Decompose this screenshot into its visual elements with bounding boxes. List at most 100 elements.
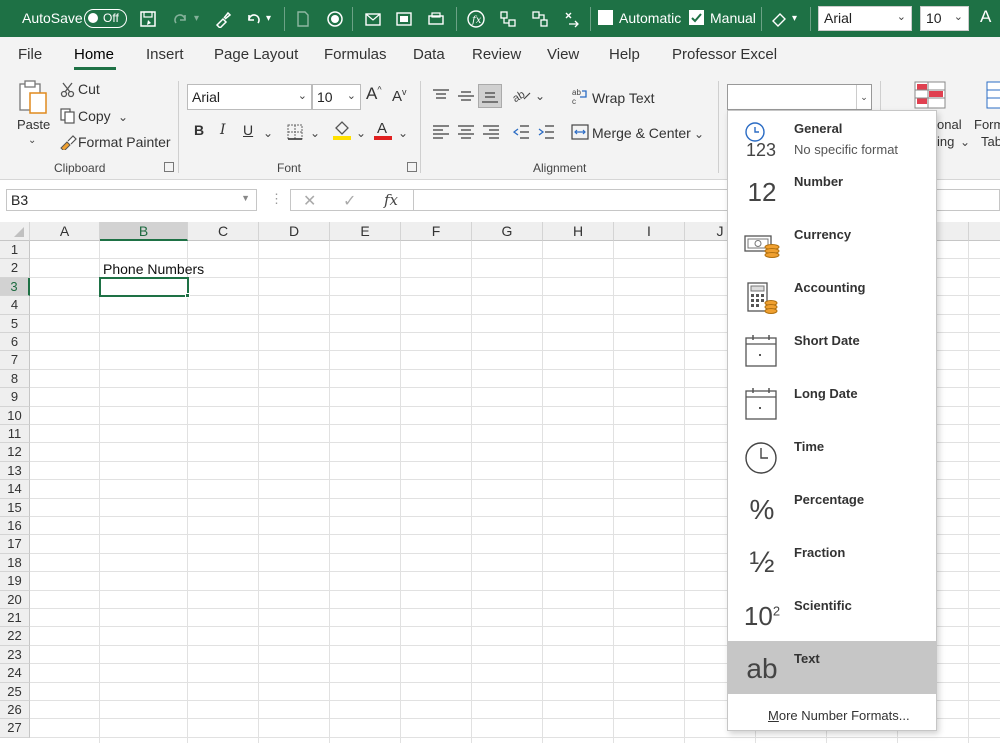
format-option-time[interactable]: Time [728, 429, 936, 482]
conditional-formatting-label-1[interactable]: onal [937, 117, 962, 132]
undo-icon[interactable] [242, 8, 264, 30]
mail-chart-icon[interactable] [362, 8, 384, 30]
clipboard-launcher-icon[interactable] [164, 162, 174, 172]
row-header[interactable]: 14 [0, 480, 30, 499]
document-icon[interactable] [393, 8, 415, 30]
format-option-fraction[interactable]: ½ Fraction [728, 535, 936, 588]
underline-dropdown-icon[interactable]: ⌄ [263, 126, 273, 140]
borders-icon[interactable] [285, 122, 305, 142]
trace-dependents-icon[interactable] [529, 8, 551, 30]
bold-button[interactable]: B [194, 122, 204, 138]
column-header[interactable]: G [472, 222, 543, 241]
column-header[interactable]: C [188, 222, 259, 241]
row-header[interactable]: 4 [0, 296, 30, 315]
tab-professor-excel[interactable]: Professor Excel [672, 46, 777, 63]
format-painter-qat-icon[interactable] [212, 8, 234, 30]
row-header[interactable]: 5 [0, 314, 30, 333]
insert-function-button[interactable]: fx [384, 191, 398, 209]
selected-cell-b3[interactable] [99, 277, 189, 297]
format-as-table-label-1[interactable]: Form [974, 117, 1000, 132]
tab-page-layout[interactable]: Page Layout [214, 46, 298, 63]
tab-formulas[interactable]: Formulas [324, 46, 387, 63]
font-launcher-icon[interactable] [407, 162, 417, 172]
row-header[interactable]: 8 [0, 369, 30, 389]
file-icon[interactable] [292, 8, 314, 30]
row-header[interactable]: 26 [0, 701, 30, 720]
orientation-dropdown-icon[interactable]: ⌄ [535, 89, 545, 103]
conditional-formatting-label-2[interactable]: ing [937, 134, 954, 149]
column-header[interactable]: H [543, 222, 614, 241]
row-header[interactable]: 22 [0, 627, 30, 646]
row-header[interactable]: 11 [0, 425, 30, 444]
manual-checkbox[interactable] [689, 10, 704, 25]
tab-help[interactable]: Help [609, 46, 640, 63]
column-header[interactable]: N [969, 222, 1000, 241]
redo-icon[interactable] [170, 8, 192, 30]
automatic-checkbox[interactable] [598, 10, 613, 25]
column-header[interactable]: A [30, 222, 100, 241]
format-option-general[interactable]: 123 General No specific format [728, 111, 936, 164]
fill-color-icon[interactable] [332, 120, 352, 140]
wrap-text-label[interactable]: Wrap Text [592, 90, 655, 106]
row-header[interactable]: 21 [0, 609, 30, 628]
grow-font-icon[interactable]: A [980, 7, 991, 27]
autosave-toggle[interactable]: Off [84, 9, 127, 28]
font-color-icon[interactable]: A [373, 120, 393, 140]
align-right-icon[interactable] [481, 122, 501, 142]
qat-font-size-box[interactable]: 10 ⌄ [920, 6, 969, 31]
format-as-table-icon[interactable] [986, 81, 1000, 109]
copy-dropdown-icon[interactable]: ⌄ [118, 110, 128, 124]
conditional-formatting-icon[interactable] [914, 81, 946, 109]
format-as-table-label-2[interactable]: Tab [981, 134, 1000, 149]
row-header[interactable]: 2 [0, 259, 30, 278]
tab-review[interactable]: Review [472, 46, 521, 63]
insert-function-icon[interactable]: fx [465, 8, 487, 30]
row-header[interactable]: 19 [0, 572, 30, 591]
merge-center-dropdown-icon[interactable]: ⌄ [694, 127, 704, 141]
column-header[interactable]: D [259, 222, 330, 241]
borders-dropdown-icon[interactable]: ⌄ [310, 126, 320, 140]
tab-data[interactable]: Data [413, 46, 445, 63]
format-painter-label[interactable]: Format Painter [78, 134, 171, 150]
row-header[interactable]: 13 [0, 461, 30, 481]
tab-file[interactable]: File [18, 46, 42, 63]
increase-indent-icon[interactable] [536, 122, 556, 142]
cut-label[interactable]: Cut [78, 81, 100, 97]
remove-arrows-icon[interactable] [561, 8, 583, 30]
format-option-percentage[interactable]: % Percentage [728, 482, 936, 535]
eraser-dropdown-icon[interactable]: ▾ [792, 13, 797, 24]
row-header[interactable]: 9 [0, 388, 30, 407]
enter-check-icon[interactable]: ✓ [343, 191, 356, 211]
align-left-icon[interactable] [431, 122, 451, 142]
row-header[interactable]: 27 [0, 719, 30, 738]
format-option-short-date[interactable]: Short Date [728, 323, 936, 376]
fill-color-dropdown-icon[interactable]: ⌄ [356, 126, 366, 140]
conditional-dropdown-icon[interactable]: ⌄ [960, 135, 970, 149]
align-top-icon[interactable] [431, 86, 451, 106]
format-option-long-date[interactable]: Long Date [728, 376, 936, 429]
grow-font-icon[interactable]: A^ [366, 84, 382, 104]
format-option-currency[interactable]: Currency [728, 217, 936, 270]
row-header[interactable]: 24 [0, 664, 30, 683]
trace-precedents-icon[interactable] [497, 8, 519, 30]
print-icon[interactable] [425, 8, 447, 30]
format-option-accounting[interactable]: Accounting [728, 270, 936, 323]
align-bottom-icon[interactable] [478, 84, 502, 108]
tab-insert[interactable]: Insert [146, 46, 184, 63]
row-header[interactable]: 12 [0, 443, 30, 462]
paste-icon[interactable] [16, 79, 50, 115]
row-header[interactable]: 23 [0, 645, 30, 665]
row-header[interactable]: 18 [0, 553, 30, 573]
format-option-number[interactable]: 12 Number [728, 164, 936, 217]
copy-label[interactable]: Copy [78, 108, 111, 124]
paste-label[interactable]: Paste [17, 117, 50, 132]
row-header[interactable]: 17 [0, 535, 30, 554]
format-option-scientific[interactable]: 102 Scientific [728, 588, 936, 641]
column-header[interactable]: E [330, 222, 401, 241]
name-box[interactable]: B3 ▼ [6, 189, 257, 211]
font-size-box[interactable]: 10 ⌄ [312, 84, 361, 110]
qat-font-name-box[interactable]: Arial ⌄ [818, 6, 912, 31]
resize-grip-icon[interactable]: ⋮ [270, 191, 283, 207]
select-all-corner[interactable] [0, 222, 30, 241]
column-header[interactable]: B [100, 222, 188, 241]
